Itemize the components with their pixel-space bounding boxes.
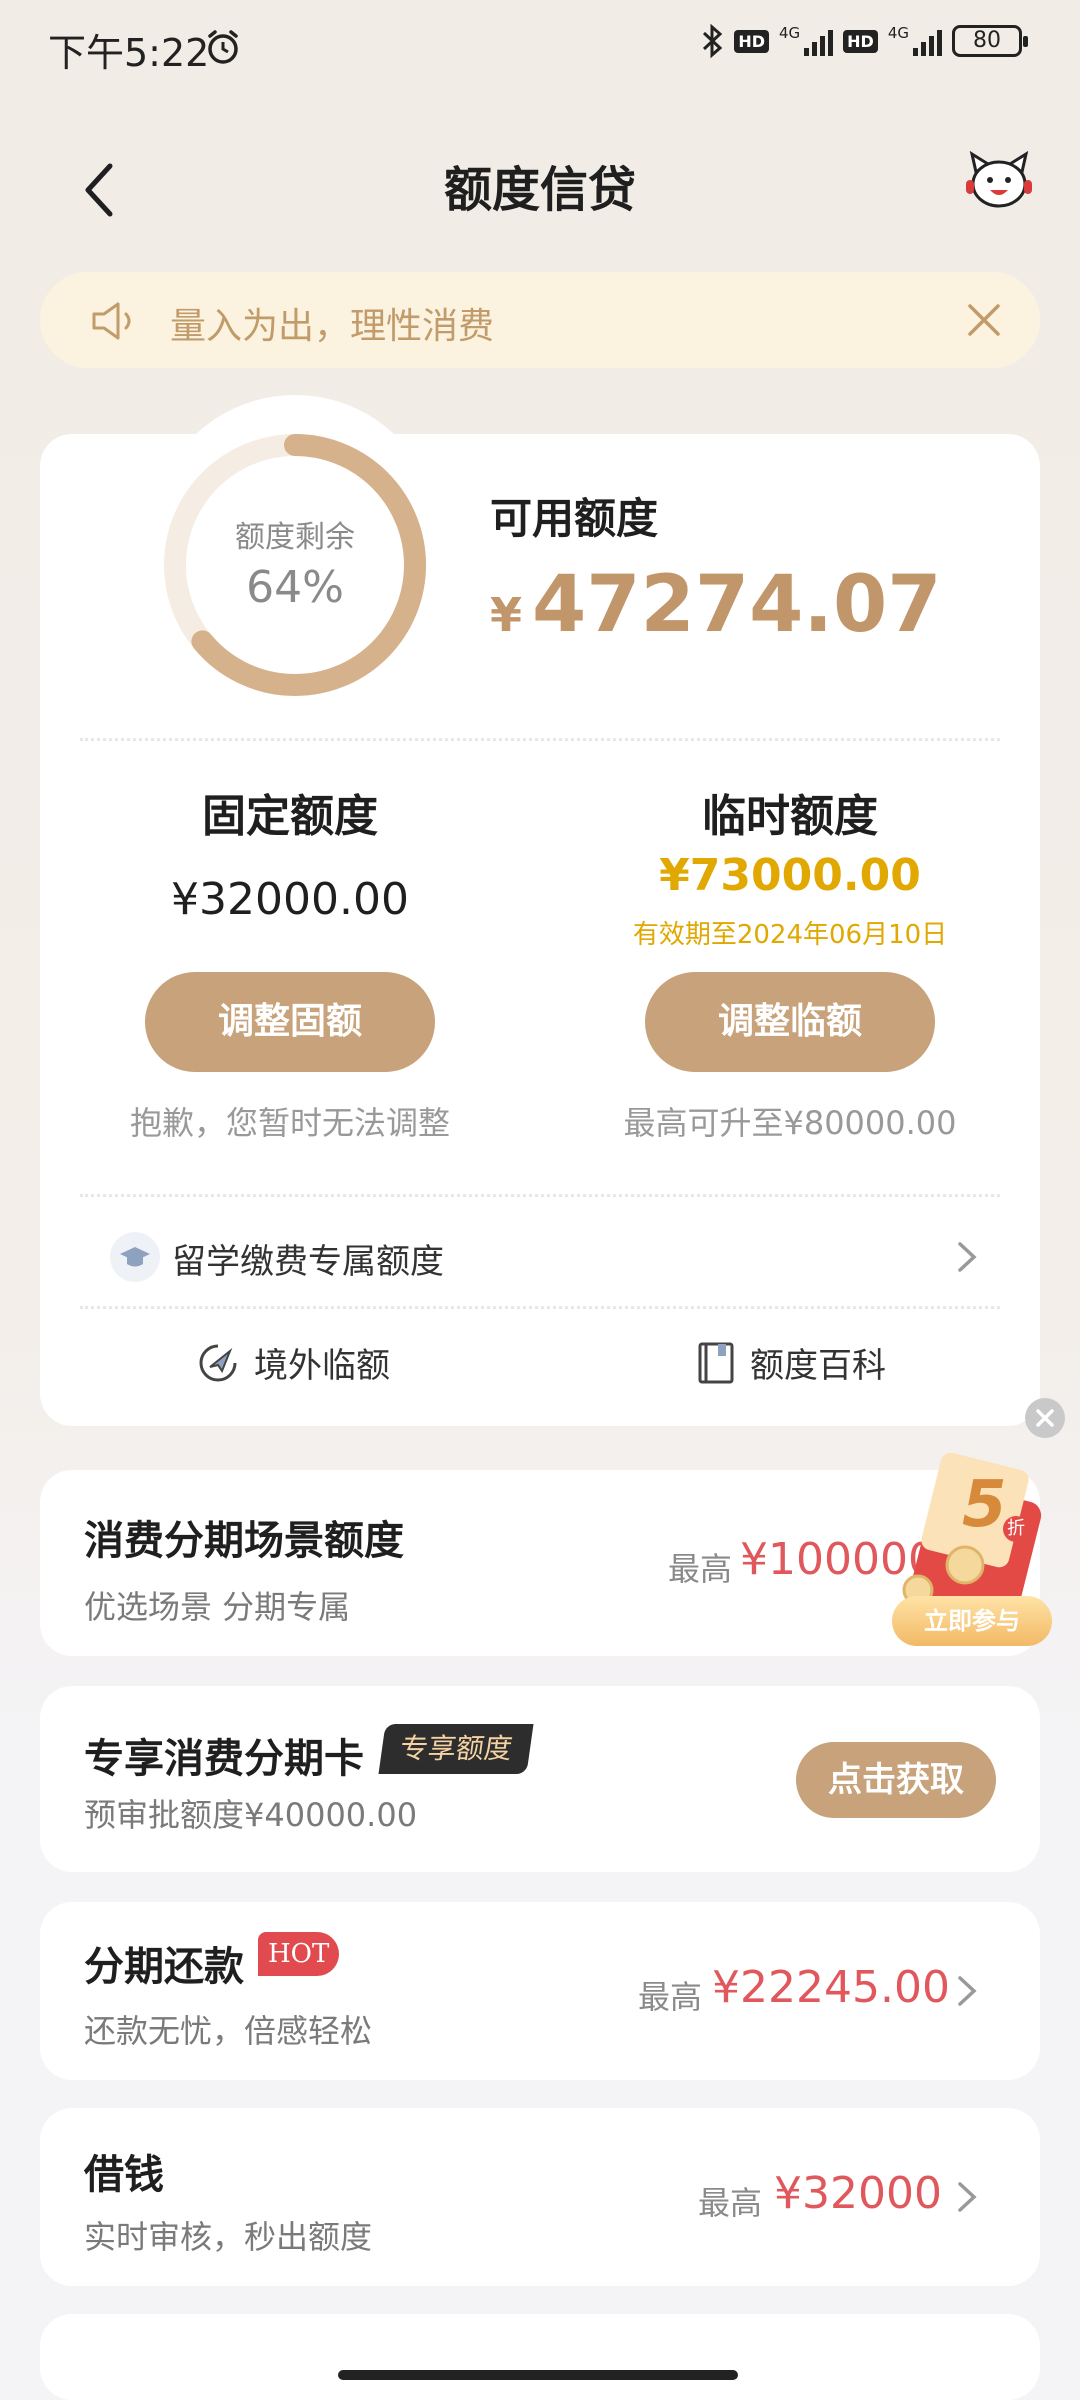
promo-discount-unit: 折 xyxy=(1003,1516,1029,1542)
notice-banner: 量入为出，理性消费 xyxy=(40,272,1040,368)
exclusive-quota-badge: 专享额度 xyxy=(378,1724,534,1774)
overseas-temp-quota-label: 境外临额 xyxy=(254,1346,390,1386)
hot-badge: HOT xyxy=(258,1932,340,1976)
next-card-partial xyxy=(40,2314,1040,2400)
fixed-quota-title: 固定额度 xyxy=(202,791,378,842)
adjust-temp-button[interactable]: 调整临额 xyxy=(645,972,935,1072)
graduation-cap-icon xyxy=(110,1232,160,1282)
plane-icon xyxy=(199,1344,237,1381)
hd-badge-2: HD xyxy=(843,29,878,53)
adjust-fixed-button[interactable]: 调整固额 xyxy=(145,972,435,1072)
fixed-quota-note: 抱歉，您暂时无法调整 xyxy=(129,1104,450,1142)
installment-repayment-subtitle: 还款无忧，倍感轻松 xyxy=(84,2012,373,2050)
available-quota-value: ¥47274.07 xyxy=(490,560,942,650)
consumer-max-label: 最高 xyxy=(668,1550,733,1588)
study-abroad-quota-label: 留学缴费专属额度 xyxy=(172,1242,444,1282)
notice-text: 量入为出，理性消费 xyxy=(170,306,495,347)
signal-icon xyxy=(804,26,834,56)
installment-repayment-title: 分期还款 xyxy=(84,1944,244,1990)
book-icon xyxy=(698,1342,734,1383)
exclusive-card-subtitle: 预审批额度¥40000.00 xyxy=(84,1796,418,1834)
temp-quota-value: ¥73000.00 xyxy=(659,850,921,901)
close-icon xyxy=(1036,1409,1054,1427)
promo-close-button[interactable] xyxy=(1025,1398,1065,1438)
study-abroad-quota-row[interactable]: 留学缴费专属额度 xyxy=(40,1222,1040,1292)
installment-max-value: ¥22245.00 xyxy=(712,1962,950,2013)
speaker-icon xyxy=(92,302,131,340)
available-quota-label: 可用额度 xyxy=(490,494,659,543)
temp-quota-validity: 有效期至2024年06月10日 xyxy=(632,920,948,950)
available-amount: 47274.07 xyxy=(532,560,942,650)
hd-badge: HD xyxy=(734,29,769,53)
quota-wiki-label: 额度百科 xyxy=(750,1346,886,1386)
temp-quota-title: 临时额度 xyxy=(702,791,878,842)
temp-quota-note: 最高可升至¥80000.00 xyxy=(623,1104,957,1142)
network-type: 4G xyxy=(778,24,801,42)
borrow-max-label: 最高 xyxy=(698,2184,763,2222)
home-indicator[interactable] xyxy=(338,2370,738,2380)
divider xyxy=(80,738,1000,741)
close-icon[interactable] xyxy=(964,300,1004,340)
currency-symbol: ¥ xyxy=(490,588,523,642)
network-type-2: 4G xyxy=(887,24,909,42)
installment-max-label: 最高 xyxy=(638,1978,703,2016)
borrow-title: 借钱 xyxy=(84,2152,164,2198)
overseas-temp-quota-link[interactable]: 境外临额 xyxy=(196,1338,390,1387)
chevron-right-icon xyxy=(958,2182,977,2212)
promo-discount: 5 xyxy=(962,1468,1007,1542)
join-now-button[interactable]: 立即参与 xyxy=(892,1596,1052,1646)
borrow-max-value: ¥32000 xyxy=(774,2168,942,2219)
divider xyxy=(80,1194,1000,1197)
chevron-right-icon xyxy=(958,1242,977,1272)
page-title: 额度信贷 xyxy=(443,162,636,218)
chevron-right-icon xyxy=(958,1976,977,2006)
consumer-installment-subtitle: 优选场景 分期专属 xyxy=(84,1588,351,1626)
ring-label: 额度剩余 xyxy=(235,520,355,555)
customer-service-icon[interactable] xyxy=(964,150,1034,212)
quota-wiki-link[interactable]: 额度百科 xyxy=(696,1338,886,1387)
alarm-icon xyxy=(208,30,238,64)
bluetooth-icon xyxy=(703,24,723,58)
divider xyxy=(80,1306,1000,1309)
battery-indicator: 80 xyxy=(952,25,1028,57)
borrow-subtitle: 实时审核，秒出额度 xyxy=(84,2218,373,2256)
status-icons: HD 4G HD 4G 80 xyxy=(700,24,1028,58)
ring-percent: 64% xyxy=(246,562,344,613)
consumer-installment-title: 消费分期场景额度 xyxy=(84,1518,404,1564)
exclusive-card-title: 专享消费分期卡 xyxy=(84,1736,364,1782)
signal-icon-2 xyxy=(913,26,942,56)
status-time: 下午5:22 xyxy=(48,31,210,75)
get-now-button[interactable]: 点击获取 xyxy=(796,1742,996,1818)
fixed-quota-value: ¥32000.00 xyxy=(171,874,409,925)
